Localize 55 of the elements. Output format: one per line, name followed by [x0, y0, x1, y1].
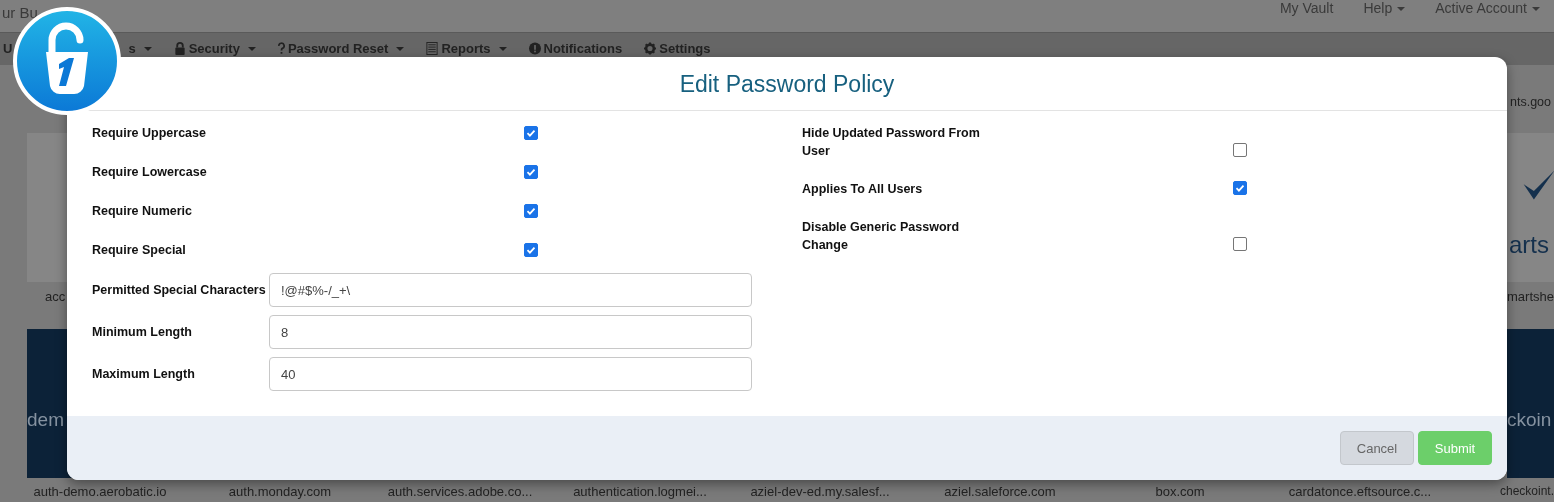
field-label: Require Numeric: [92, 203, 194, 218]
nav-menu-item[interactable]: Security: [173, 41, 256, 56]
header-link[interactable]: Help: [1363, 0, 1406, 16]
app-logo-text: dem: [27, 409, 64, 431]
checkbox[interactable]: [524, 164, 538, 179]
app-logo-text: arts: [1509, 231, 1549, 259]
field-label: Minimum Length: [92, 325, 193, 339]
field-label: Maximum Length: [92, 367, 196, 381]
list-icon: [426, 42, 439, 55]
checkbox[interactable]: [1233, 181, 1247, 195]
field-label: Hide Updated Password From User: [802, 125, 981, 160]
nav-menu-item[interactable]: Notifications: [528, 41, 623, 56]
app-label: aziel.saleforce.com: [943, 484, 1057, 499]
field-label: Require Special: [92, 242, 187, 257]
field-label: Disable Generic Password Change: [802, 219, 960, 254]
app-label: martshe: [1507, 288, 1554, 306]
field-label: Permitted Special Characters: [92, 283, 267, 297]
checkbox[interactable]: [524, 242, 538, 257]
nav-menu-item[interactable]: U: [3, 41, 13, 56]
cancel-button[interactable]: Cancel: [1340, 431, 1414, 465]
text-field[interactable]: 40: [269, 357, 752, 391]
checkmark-icon: [1234, 182, 1246, 194]
app-logo-text: ckoin: [1507, 409, 1552, 431]
field-label: Require Lowercase: [92, 164, 208, 179]
app-label: cardatonce.eftsource.c...: [1287, 484, 1433, 499]
submit-button[interactable]: Submit: [1418, 431, 1492, 465]
field-label: Applies To All Users: [802, 181, 924, 198]
checkbox[interactable]: [1233, 237, 1247, 251]
checkbox[interactable]: [1233, 143, 1247, 157]
checkbox[interactable]: [524, 125, 538, 140]
app-label: authentication.logmei...: [572, 484, 708, 499]
app-tile[interactable]: arts: [1507, 133, 1554, 282]
alert-icon: [528, 42, 541, 55]
nav-menu-item[interactable]: s: [128, 41, 152, 56]
text-field[interactable]: 8: [269, 315, 752, 349]
lock-icon: [173, 42, 186, 55]
brand-name: ur Bu: [2, 3, 38, 21]
app-label: acc: [45, 288, 66, 306]
settings-icon: [644, 42, 657, 55]
checkbox[interactable]: [524, 203, 538, 218]
question-icon: [277, 42, 285, 55]
field-label: Require Uppercase: [92, 125, 207, 140]
app-label: aziel-dev-ed.my.salesf...: [749, 484, 891, 499]
text-field[interactable]: !@#$%-/_+\: [269, 273, 752, 307]
app-tile[interactable]: ckoin: [1507, 329, 1554, 478]
nav-menu-item[interactable]: Settings: [644, 41, 711, 56]
header-link[interactable]: Active Account: [1435, 0, 1540, 16]
app-label: box.com: [1154, 484, 1206, 499]
app-label: auth.monday.com: [227, 484, 333, 499]
app-label: nts.goo: [1510, 95, 1552, 111]
header-link[interactable]: My Vault: [1279, 0, 1334, 16]
nav-menu-item[interactable]: Reports: [426, 41, 507, 56]
app-label: auth-demo.aerobatic.io: [32, 484, 168, 499]
nav-menu-item[interactable]: Password Reset: [277, 41, 405, 56]
app-label: auth.services.adobe.co...: [386, 484, 534, 499]
